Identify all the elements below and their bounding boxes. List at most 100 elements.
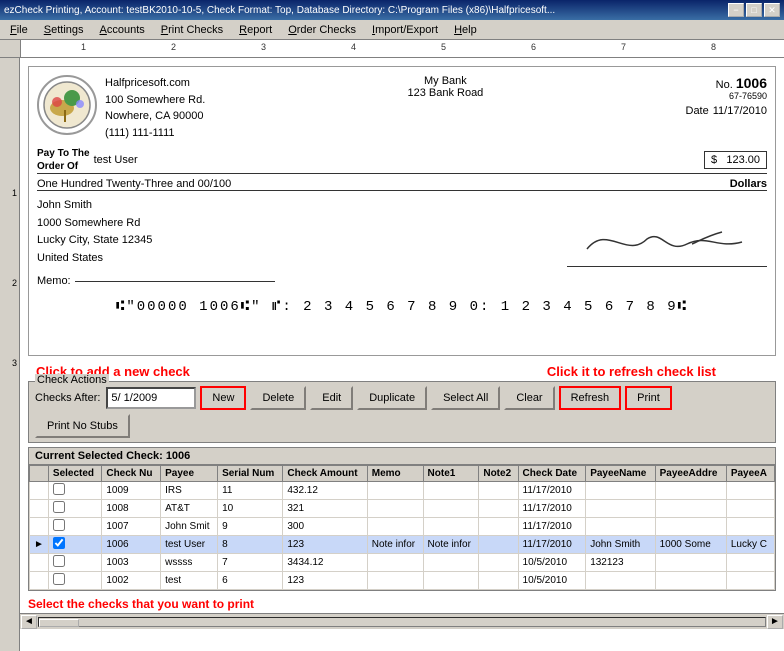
table-header-bar: Current Selected Check: 1006 bbox=[29, 448, 775, 465]
check-top-row: Halfpricesoft.com 100 Somewhere Rd. Nowh… bbox=[37, 75, 767, 141]
clear-button[interactable]: Clear bbox=[504, 386, 554, 410]
print-button[interactable]: Print bbox=[625, 386, 672, 410]
memo bbox=[367, 482, 423, 500]
col-indicator bbox=[30, 466, 49, 482]
row-checkbox[interactable] bbox=[53, 483, 65, 495]
menu-report[interactable]: Report bbox=[231, 22, 280, 38]
delete-button[interactable]: Delete bbox=[250, 386, 306, 410]
new-check-annotation-row: Click to add a new check Click it to ref… bbox=[28, 364, 776, 379]
duplicate-button[interactable]: Duplicate bbox=[357, 386, 427, 410]
row-checkbox[interactable] bbox=[53, 573, 65, 585]
margin-num-1: 1 bbox=[12, 188, 17, 198]
signature-area bbox=[567, 197, 767, 267]
menu-print-checks[interactable]: Print Checks bbox=[153, 22, 231, 38]
refresh-annotation: Click it to refresh check list bbox=[547, 364, 716, 379]
ruler-mark-5: 5 bbox=[441, 42, 446, 52]
table-row[interactable]: 1009IRS11432.1211/17/2010 bbox=[30, 482, 775, 500]
payee-addr bbox=[655, 518, 726, 536]
payee-street: 1000 Somewhere Rd bbox=[37, 215, 152, 233]
check-num: 1009 bbox=[102, 482, 161, 500]
ruler-mark-6: 6 bbox=[531, 42, 536, 52]
table-row[interactable]: ►1006test User8123Note inforNote infor11… bbox=[30, 536, 775, 554]
payee-name bbox=[586, 572, 655, 590]
col-date: Check Date bbox=[518, 466, 586, 482]
check-date: 10/5/2010 bbox=[518, 572, 586, 590]
row-indicator bbox=[30, 518, 49, 536]
col-payee: Payee bbox=[161, 466, 218, 482]
check-date: 10/5/2010 bbox=[518, 554, 586, 572]
amount: 432.12 bbox=[283, 482, 367, 500]
note1 bbox=[423, 500, 479, 518]
table-row[interactable]: 1003wssss73434.1210/5/2010132123 bbox=[30, 554, 775, 572]
row-checkbox-cell[interactable] bbox=[48, 554, 101, 572]
maximize-button[interactable]: □ bbox=[746, 3, 762, 17]
menu-order-checks[interactable]: Order Checks bbox=[280, 22, 364, 38]
print-no-stubs-button[interactable]: Print No Stubs bbox=[35, 414, 130, 438]
check-number-area: No. 1006 67-76590 Date 11/17/2010 bbox=[686, 75, 768, 141]
menu-settings[interactable]: Settings bbox=[36, 22, 92, 38]
checks-after-input[interactable] bbox=[106, 387, 196, 409]
signature-svg bbox=[577, 214, 757, 264]
payee-addr: 1000 Some bbox=[655, 536, 726, 554]
payee-a bbox=[726, 482, 774, 500]
select-all-button[interactable]: Select All bbox=[431, 386, 500, 410]
ruler-mark-4: 4 bbox=[351, 42, 356, 52]
ruler-mark-8: 8 bbox=[711, 42, 716, 52]
check-num: 1006 bbox=[102, 536, 161, 554]
check-number: 1006 bbox=[736, 75, 767, 91]
check-date: 11/17/2010 bbox=[518, 482, 586, 500]
menu-import-export[interactable]: Import/Export bbox=[364, 22, 446, 38]
main-area: 1 2 3 bbox=[0, 58, 784, 651]
close-button[interactable]: ✕ bbox=[764, 3, 780, 17]
content-area: Halfpricesoft.com 100 Somewhere Rd. Nowh… bbox=[20, 58, 784, 651]
table-row[interactable]: 1002test612310/5/2010 bbox=[30, 572, 775, 590]
refresh-button[interactable]: Refresh bbox=[559, 386, 622, 410]
col-memo: Memo bbox=[367, 466, 423, 482]
menu-accounts[interactable]: Accounts bbox=[92, 22, 153, 38]
table-body: 1009IRS11432.1211/17/20101008AT&T1032111… bbox=[30, 482, 775, 590]
check-number-label-line: No. 1006 bbox=[686, 75, 768, 91]
row-checkbox-cell[interactable] bbox=[48, 500, 101, 518]
scroll-left-button[interactable]: ◄ bbox=[21, 615, 37, 629]
minimize-button[interactable]: − bbox=[728, 3, 744, 17]
amount-words-line: One Hundred Twenty-Three and 00/100 Doll… bbox=[37, 178, 767, 191]
row-checkbox-cell[interactable] bbox=[48, 518, 101, 536]
row-checkbox[interactable] bbox=[53, 501, 65, 513]
date-line: Date 11/17/2010 bbox=[686, 105, 768, 117]
row-checkbox-cell[interactable] bbox=[48, 572, 101, 590]
table-scroll-area[interactable]: Selected Check Nu Payee Serial Num Check… bbox=[29, 465, 775, 590]
row-checkbox[interactable] bbox=[53, 519, 65, 531]
company-logo bbox=[37, 75, 97, 135]
scroll-track[interactable] bbox=[38, 617, 766, 627]
note1 bbox=[423, 554, 479, 572]
serial-num: 11 bbox=[218, 482, 283, 500]
scroll-thumb[interactable] bbox=[39, 619, 79, 627]
menu-file[interactable]: File bbox=[2, 22, 36, 38]
payee-name: test User bbox=[94, 154, 696, 166]
row-indicator bbox=[30, 572, 49, 590]
bank-info: My Bank 123 Bank Road bbox=[407, 75, 483, 141]
table-row[interactable]: 1008AT&T1032111/17/2010 bbox=[30, 500, 775, 518]
new-button[interactable]: New bbox=[200, 386, 246, 410]
row-checkbox[interactable] bbox=[53, 537, 65, 549]
row-checkbox-cell[interactable] bbox=[48, 482, 101, 500]
payee-name-line: John Smith bbox=[37, 197, 152, 215]
note2 bbox=[479, 518, 518, 536]
serial-num: 10 bbox=[218, 500, 283, 518]
horizontal-scrollbar[interactable]: ◄ ► bbox=[20, 613, 784, 629]
table-row[interactable]: 1007John Smit930011/17/2010 bbox=[30, 518, 775, 536]
checks-table: Selected Check Nu Payee Serial Num Check… bbox=[29, 465, 775, 590]
row-checkbox-cell[interactable] bbox=[48, 536, 101, 554]
titlebar-buttons: − □ ✕ bbox=[728, 3, 780, 17]
payee-addr bbox=[655, 554, 726, 572]
note2 bbox=[479, 500, 518, 518]
menu-help[interactable]: Help bbox=[446, 22, 485, 38]
scroll-right-button[interactable]: ► bbox=[767, 615, 783, 629]
checks-after-label: Checks After: bbox=[35, 392, 100, 404]
payee: test User bbox=[161, 536, 218, 554]
col-note1: Note1 bbox=[423, 466, 479, 482]
edit-button[interactable]: Edit bbox=[310, 386, 353, 410]
pay-label: Pay To TheOrder Of bbox=[37, 147, 90, 173]
check-date: 11/17/2010 bbox=[518, 536, 586, 554]
row-checkbox[interactable] bbox=[53, 555, 65, 567]
